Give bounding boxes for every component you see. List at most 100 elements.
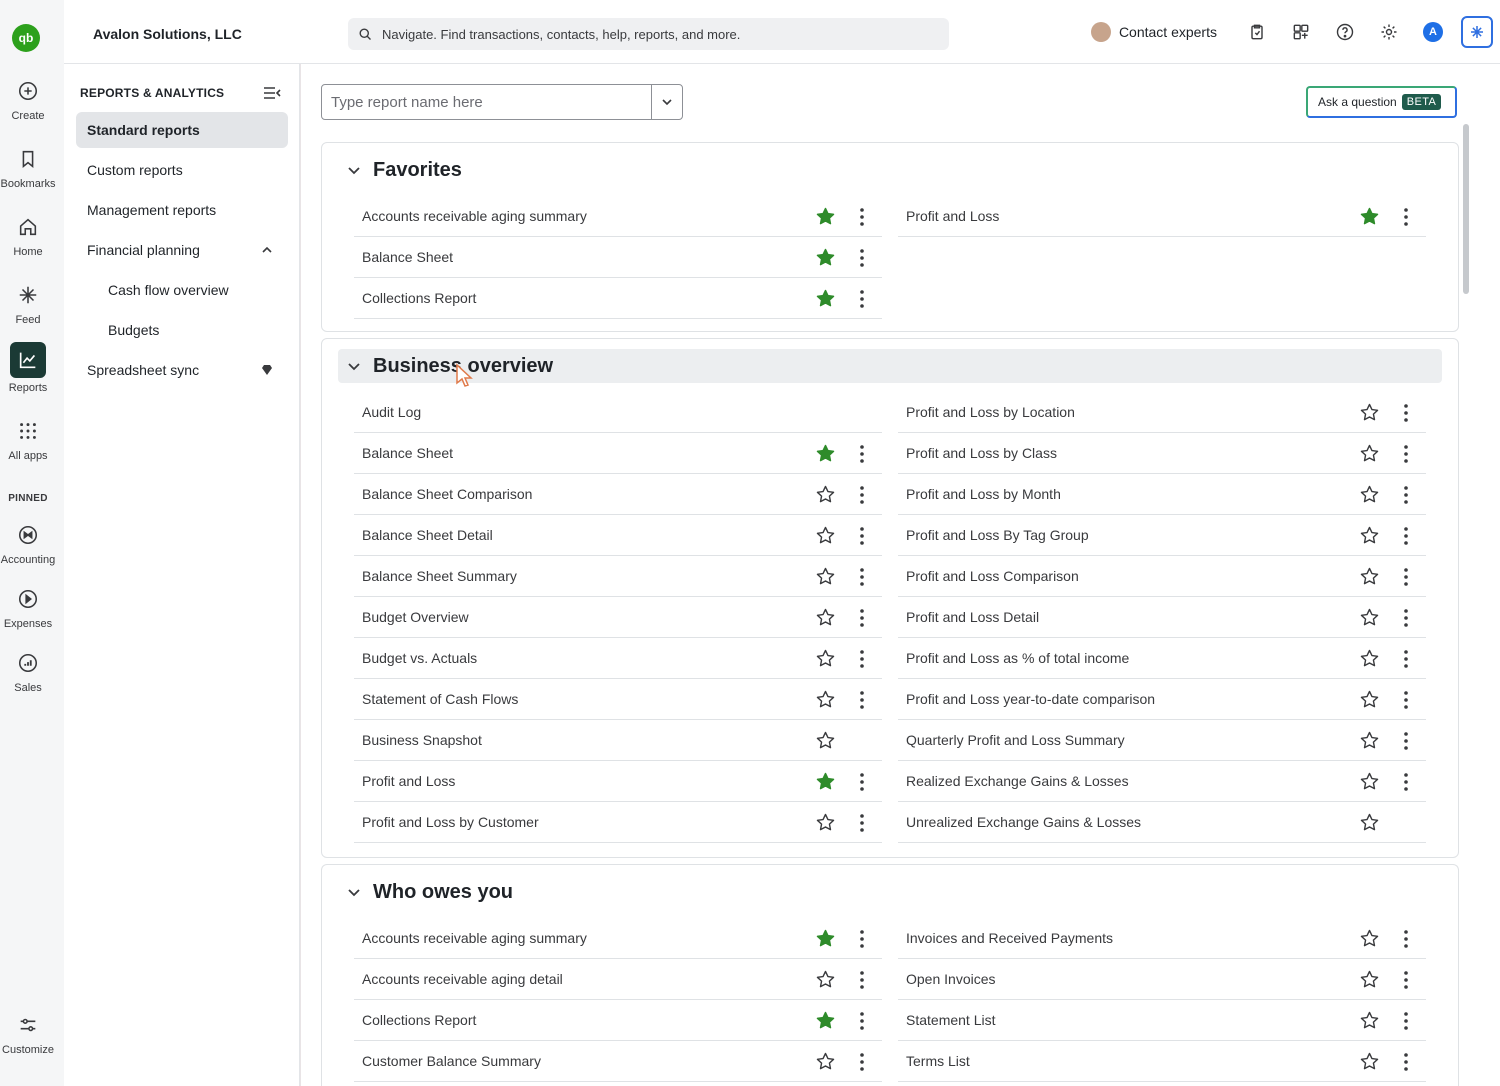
sidebar-item-financial-planning[interactable]: Financial planning	[76, 232, 288, 268]
report-row[interactable]: Realized Exchange Gains & Losses	[898, 761, 1426, 802]
more-options-icon[interactable]	[1400, 649, 1412, 669]
rail-expenses[interactable]: Expenses	[0, 584, 56, 630]
star-outline-icon[interactable]	[815, 969, 836, 990]
report-search-combobox[interactable]	[321, 84, 683, 120]
sidebar-item-cash-flow-overview[interactable]: Cash flow overview	[76, 272, 288, 308]
star-outline-icon[interactable]	[1359, 1010, 1380, 1031]
star-outline-icon[interactable]	[1359, 443, 1380, 464]
star-filled-icon[interactable]	[815, 771, 836, 792]
report-name-link[interactable]: Profit and Loss as % of total income	[906, 650, 1129, 666]
more-options-icon[interactable]	[856, 970, 868, 990]
star-outline-icon[interactable]	[1359, 928, 1380, 949]
rail-sales[interactable]: Sales	[0, 648, 56, 694]
sidebar-item-standard-reports[interactable]: Standard reports	[76, 112, 288, 148]
star-filled-icon[interactable]	[1359, 206, 1380, 227]
report-name-link[interactable]: Budget Overview	[362, 609, 469, 625]
more-options-icon[interactable]	[1400, 970, 1412, 990]
section-header-who-owes-you[interactable]: Who owes you	[338, 875, 1442, 909]
report-row[interactable]: Profit and Loss	[898, 196, 1426, 237]
report-row[interactable]: Accounts receivable aging detail	[354, 959, 882, 1000]
star-outline-icon[interactable]	[815, 484, 836, 505]
report-name-link[interactable]: Quarterly Profit and Loss Summary	[906, 732, 1125, 748]
report-row[interactable]: Audit Log	[354, 392, 882, 433]
report-row[interactable]: Invoices and Received Payments	[898, 918, 1426, 959]
report-name-link[interactable]: Collections Report	[362, 290, 476, 306]
star-outline-icon[interactable]	[1359, 566, 1380, 587]
more-options-icon[interactable]	[1400, 690, 1412, 710]
rail-customize[interactable]: Customize	[0, 1010, 56, 1056]
report-row[interactable]: Profit and Loss by Month	[898, 474, 1426, 515]
ask-a-question-button[interactable]: Ask a question BETA	[1306, 86, 1457, 118]
more-options-icon[interactable]	[1400, 929, 1412, 949]
star-outline-icon[interactable]	[1359, 969, 1380, 990]
gear-icon[interactable]	[1367, 14, 1411, 50]
more-options-icon[interactable]	[856, 649, 868, 669]
report-row[interactable]: Profit and Loss Detail	[898, 597, 1426, 638]
star-filled-icon[interactable]	[815, 928, 836, 949]
report-name-link[interactable]: Profit and Loss year-to-date comparison	[906, 691, 1155, 707]
quickbooks-logo[interactable]: qb	[12, 24, 40, 52]
report-name-link[interactable]: Statement List	[906, 1012, 996, 1028]
more-options-icon[interactable]	[1400, 526, 1412, 546]
report-name-link[interactable]: Profit and Loss by Class	[906, 445, 1057, 461]
more-options-icon[interactable]	[856, 772, 868, 792]
star-outline-icon[interactable]	[1359, 607, 1380, 628]
report-row[interactable]: Profit and Loss Comparison	[898, 556, 1426, 597]
report-row[interactable]: Budget Overview	[354, 597, 882, 638]
star-outline-icon[interactable]	[1359, 730, 1380, 751]
report-row[interactable]: Profit and Loss	[354, 761, 882, 802]
star-outline-icon[interactable]	[1359, 812, 1380, 833]
more-options-icon[interactable]	[856, 289, 868, 309]
rail-create[interactable]: Create	[0, 76, 56, 122]
star-filled-icon[interactable]	[815, 206, 836, 227]
more-options-icon[interactable]	[1400, 608, 1412, 628]
more-options-icon[interactable]	[856, 690, 868, 710]
report-row[interactable]: Balance Sheet	[354, 433, 882, 474]
report-name-link[interactable]: Profit and Loss	[906, 208, 999, 224]
report-row[interactable]: Customer Balance Summary	[354, 1041, 882, 1082]
report-name-link[interactable]: Balance Sheet Detail	[362, 527, 493, 543]
clipboard-icon[interactable]	[1235, 14, 1279, 50]
report-name-link[interactable]: Open Invoices	[906, 971, 996, 987]
report-name-link[interactable]: Accounts receivable aging summary	[362, 208, 587, 224]
rail-accounting[interactable]: Accounting	[0, 520, 56, 566]
report-name-link[interactable]: Customer Balance Summary	[362, 1053, 541, 1069]
star-outline-icon[interactable]	[815, 689, 836, 710]
apps-switch-icon[interactable]	[1279, 14, 1323, 50]
report-row[interactable]: Unrealized Exchange Gains & Losses	[898, 802, 1426, 843]
report-name-link[interactable]: Profit and Loss by Customer	[362, 814, 539, 830]
user-avatar[interactable]: A	[1411, 14, 1455, 50]
star-outline-icon[interactable]	[1359, 484, 1380, 505]
rail-home[interactable]: Home	[0, 212, 56, 258]
report-name-link[interactable]: Business Snapshot	[362, 732, 482, 748]
more-options-icon[interactable]	[856, 813, 868, 833]
report-row[interactable]: Open Invoices	[898, 959, 1426, 1000]
report-name-link[interactable]: Profit and Loss Comparison	[906, 568, 1079, 584]
sidebar-item-budgets[interactable]: Budgets	[76, 312, 288, 348]
report-name-link[interactable]: Balance Sheet Summary	[362, 568, 517, 584]
more-options-icon[interactable]	[1400, 731, 1412, 751]
rail-reports[interactable]: Reports	[0, 342, 56, 394]
section-header-business-overview[interactable]: Business overview	[338, 349, 1442, 383]
help-icon[interactable]	[1323, 14, 1367, 50]
star-outline-icon[interactable]	[815, 1051, 836, 1072]
more-options-icon[interactable]	[856, 485, 868, 505]
report-row[interactable]: Collections Report	[354, 1000, 882, 1041]
more-options-icon[interactable]	[1400, 403, 1412, 423]
star-outline-icon[interactable]	[1359, 402, 1380, 423]
sidebar-item-custom-reports[interactable]: Custom reports	[76, 152, 288, 188]
star-outline-icon[interactable]	[1359, 771, 1380, 792]
star-filled-icon[interactable]	[815, 288, 836, 309]
report-row[interactable]: Balance Sheet Detail	[354, 515, 882, 556]
report-row[interactable]: Balance Sheet Comparison	[354, 474, 882, 515]
more-options-icon[interactable]	[856, 1011, 868, 1031]
report-name-link[interactable]: Unrealized Exchange Gains & Losses	[906, 814, 1141, 830]
more-options-icon[interactable]	[856, 444, 868, 464]
report-name-link[interactable]: Profit and Loss by Location	[906, 404, 1075, 420]
star-filled-icon[interactable]	[815, 247, 836, 268]
report-name-link[interactable]: Balance Sheet	[362, 445, 453, 461]
ai-assistant-button[interactable]	[1461, 16, 1493, 48]
report-row[interactable]: Terms List	[898, 1041, 1426, 1082]
report-row[interactable]: Balance Sheet	[354, 237, 882, 278]
report-search-input[interactable]	[322, 85, 651, 119]
